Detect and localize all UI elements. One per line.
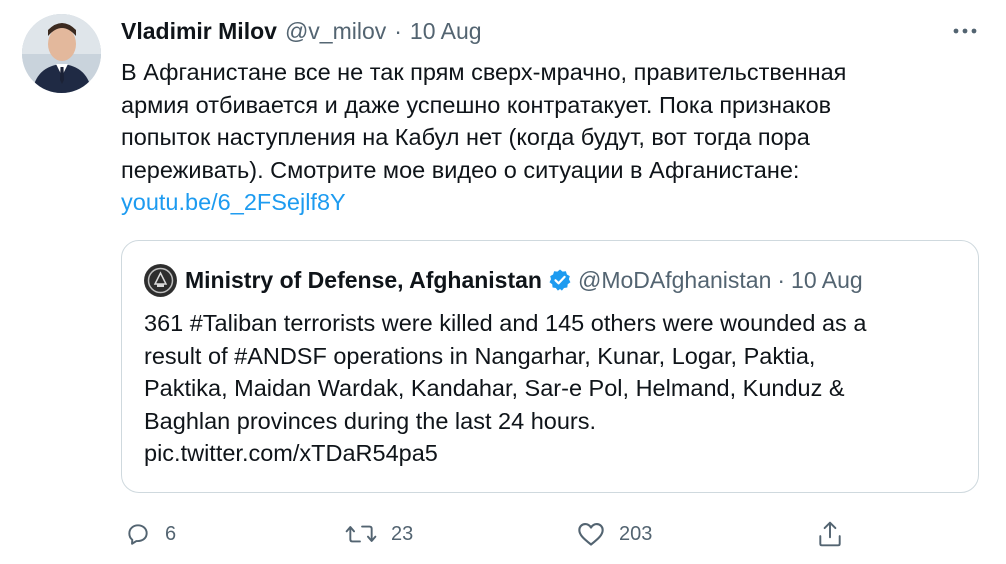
reply-icon [128,524,148,545]
tweet-line: попыток наступления на Кабул нет (когда … [121,124,810,150]
quoted-line: 361 #Taliban terrorists were killed and … [144,310,867,336]
tweet-date[interactable]: 10 Aug [410,18,482,45]
tweet-line: переживать). Смотрите мое видео о ситуац… [121,156,800,183]
quoted-header: Ministry of Defense, Afghanistan @MoDAfg… [144,263,863,297]
quoted-line: Paktika, Maidan Wardak, Kandahar, Sar-e … [144,375,845,401]
quoted-tweet[interactable]: Ministry of Defense, Afghanistan @MoDAfg… [121,240,979,493]
avatar-image [22,14,101,93]
action-bar: 6 23 203 [121,514,861,554]
header-separator: · [394,17,402,44]
quoted-date[interactable]: 10 Aug [791,267,863,294]
like-count: 203 [619,522,653,545]
author-name[interactable]: Vladimir Milov [121,18,277,45]
verified-icon [548,268,572,292]
quoted-line: Baghlan provinces during the last 24 hou… [144,407,597,434]
reply-button[interactable]: 6 [125,514,176,554]
quoted-line: result of #ANDSF operations in Nangarhar… [144,342,816,369]
share-button[interactable] [817,514,843,554]
tweet-header: Vladimir Milov @v_milov · 10 Aug [121,14,482,48]
author-handle[interactable]: @v_milov [285,18,386,45]
like-button[interactable]: 203 [577,514,652,554]
emblem-icon [144,264,177,296]
tweet-line: В Афганистане все не так прям сверх-мрач… [121,59,847,85]
quoted-pic-link[interactable]: pic.twitter.com/xTDaR54pa5 [144,437,964,470]
more-button[interactable] [948,18,982,44]
like-icon [578,523,604,546]
tweet-text: В Афганистане все не так прям сверх-мрач… [121,56,961,219]
video-link[interactable]: youtu.be/6_2FSejlf8Y [121,186,961,219]
tweet-line: армия отбивается и даже успешно контрата… [121,91,832,118]
more-icon [953,28,977,34]
quoted-handle[interactable]: @MoDAfghanistan [578,267,771,294]
quoted-avatar [144,263,177,297]
share-icon [819,521,841,547]
retweet-icon [345,525,377,543]
retweet-count: 23 [391,522,414,545]
avatar[interactable] [22,14,101,93]
quoted-separator: · [777,266,786,293]
quoted-text: 361 #Taliban terrorists were killed and … [144,307,964,470]
retweet-button[interactable]: 23 [345,514,413,554]
quoted-name[interactable]: Ministry of Defense, Afghanistan [185,267,542,294]
reply-count: 6 [165,522,177,545]
